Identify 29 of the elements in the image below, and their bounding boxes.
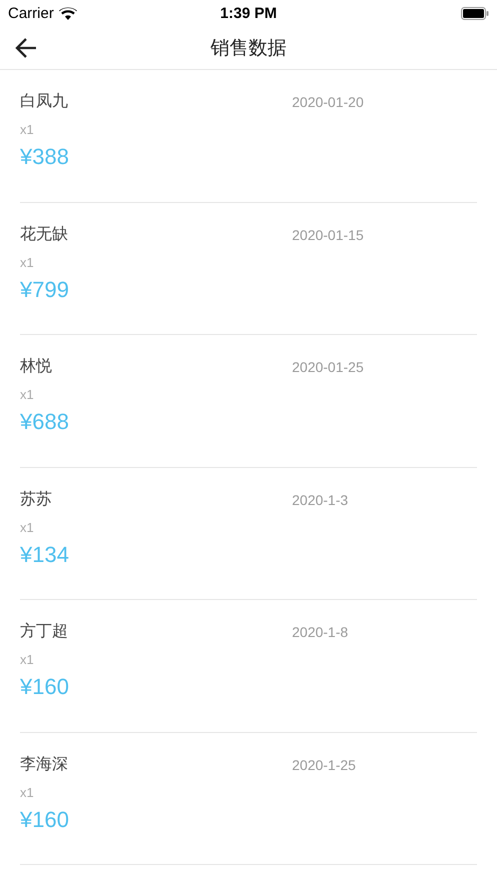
- customer-name: 李海深: [20, 754, 69, 774]
- price-label: ¥160: [20, 806, 69, 832]
- quantity-label: x1: [20, 784, 34, 802]
- customer-name: 林悦: [20, 356, 53, 377]
- page-title: 销售数据: [210, 36, 286, 60]
- sale-date: 2020-1-8: [292, 623, 348, 642]
- sale-date: 2020-01-25: [292, 358, 364, 377]
- price-label: ¥799: [20, 276, 69, 302]
- sale-date: 2020-1-25: [292, 756, 356, 774]
- customer-name: 花无缺: [20, 224, 69, 244]
- sale-date: 2020-1-3: [292, 490, 348, 510]
- quantity-label: x1: [20, 518, 34, 536]
- wifi-icon: [58, 6, 77, 20]
- sale-date: 2020-01-15: [292, 226, 364, 244]
- quantity-label: x1: [20, 121, 34, 139]
- price-label: ¥388: [20, 144, 69, 170]
- quantity-label: x1: [20, 386, 34, 404]
- customer-name: 方丁超: [20, 622, 69, 642]
- customer-name: 白凤九: [20, 92, 69, 112]
- battery-icon: [461, 6, 489, 20]
- quantity-label: x1: [20, 254, 34, 272]
- clock-time: 1:39 PM: [220, 4, 277, 22]
- price-label: ¥134: [20, 542, 69, 568]
- sale-date: 2020-01-20: [292, 93, 364, 112]
- customer-name: 苏苏: [20, 490, 53, 510]
- carrier-label: Carrier: [8, 4, 54, 22]
- price-label: ¥160: [20, 674, 69, 700]
- quantity-label: x1: [20, 651, 34, 669]
- price-label: ¥688: [20, 409, 69, 435]
